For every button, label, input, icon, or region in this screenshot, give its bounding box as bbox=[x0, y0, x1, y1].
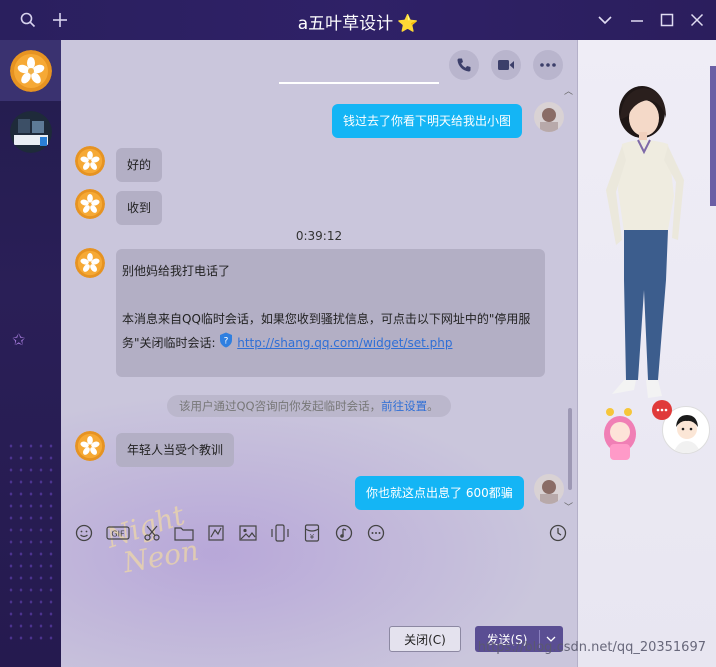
message-line: 别他妈给我打电话了 bbox=[122, 264, 231, 278]
avatar[interactable] bbox=[75, 248, 105, 278]
more-icon[interactable] bbox=[533, 50, 563, 80]
settings-link[interactable]: 前往设置 bbox=[381, 399, 427, 413]
maximize-button[interactable] bbox=[656, 10, 678, 30]
message-bubble-me[interactable]: 钱过去了你看下明天给我出小图 bbox=[332, 104, 523, 138]
qq-show-avatar bbox=[604, 86, 684, 460]
input-toolbar: GIF ¥ bbox=[73, 522, 563, 544]
qq-show-panel bbox=[577, 40, 716, 667]
doodle-icon[interactable] bbox=[205, 522, 227, 544]
folder-icon[interactable] bbox=[173, 522, 195, 544]
chat-header-actions bbox=[449, 50, 563, 80]
chat-bubble-icon[interactable] bbox=[652, 400, 672, 420]
star-icon: ⭐ bbox=[397, 14, 419, 34]
contact-rail: ✩ bbox=[0, 40, 61, 667]
add-icon[interactable] bbox=[50, 10, 70, 30]
chevron-down-icon[interactable] bbox=[594, 10, 616, 30]
chat-panel: Night Neon 钱过去了你看下明天给我出小图 好的 收到 0:39:12 … bbox=[61, 40, 577, 667]
avatar[interactable] bbox=[75, 189, 105, 219]
message-bubble-other[interactable]: 年轻人当受个教训 bbox=[116, 433, 235, 467]
avatar[interactable] bbox=[534, 474, 564, 504]
gif-icon[interactable]: GIF bbox=[105, 522, 131, 544]
panel-scrollbar[interactable] bbox=[710, 66, 716, 206]
music-icon[interactable] bbox=[333, 522, 355, 544]
system-note: 该用户通过QQ咨询向你发起临时会话，前往设置。 bbox=[167, 395, 451, 417]
message-line: 本消息来自QQ临时会话，如果您收到骚扰信息，可点击以下网址中的"停用服 bbox=[122, 312, 531, 326]
avatar bbox=[9, 49, 52, 92]
shield-icon: ? bbox=[219, 332, 233, 356]
search-icon[interactable] bbox=[18, 10, 38, 30]
close-button[interactable] bbox=[686, 10, 708, 30]
message-bubble-me[interactable]: 你也就这点出息了 600都骗 bbox=[355, 476, 524, 510]
shake-icon[interactable] bbox=[269, 522, 291, 544]
svg-text:¥: ¥ bbox=[310, 533, 315, 541]
more-tools-icon[interactable] bbox=[365, 522, 387, 544]
star-deco-icon: ✩ bbox=[12, 330, 26, 349]
red-packet-icon[interactable]: ¥ bbox=[301, 522, 323, 544]
message-line: 务"关闭临时会话: ? http://shang.qq.com/widget/s… bbox=[122, 331, 539, 356]
watermark: https://blog.csdn.net/qq_20351697 bbox=[477, 640, 706, 655]
avatar[interactable] bbox=[534, 102, 564, 132]
scroll-down-arrow[interactable]: ﹀ bbox=[564, 500, 573, 513]
svg-text:GIF: GIF bbox=[111, 530, 125, 539]
image-icon[interactable] bbox=[237, 522, 259, 544]
system-note-end: 。 bbox=[427, 399, 439, 413]
video-icon[interactable] bbox=[491, 50, 521, 80]
close-chat-button[interactable]: 关闭(C) bbox=[389, 626, 461, 652]
message-bubble-other[interactable]: 别他妈给我打电话了 本消息来自QQ临时会话，如果您收到骚扰信息，可点击以下网址中… bbox=[116, 249, 545, 377]
rail-contact-group[interactable] bbox=[0, 101, 61, 162]
avatar[interactable] bbox=[75, 146, 105, 176]
emoji-icon[interactable] bbox=[73, 522, 95, 544]
avatar bbox=[9, 110, 52, 153]
message-text: 务"关闭临时会话: bbox=[122, 336, 220, 350]
window-title-text: a五叶草设计 bbox=[297, 14, 394, 34]
scroll-up-arrow[interactable]: ︿ bbox=[564, 84, 573, 97]
widget-link[interactable]: http://shang.qq.com/widget/set.php bbox=[237, 336, 452, 350]
timestamp: 0:39:12 bbox=[295, 229, 343, 243]
message-bubble-other[interactable]: 好的 bbox=[116, 148, 163, 182]
message-bubble-other[interactable]: 收到 bbox=[116, 191, 163, 225]
scrollbar-thumb[interactable] bbox=[568, 408, 572, 490]
system-note-text: 该用户通过QQ咨询向你发起临时会话， bbox=[179, 399, 382, 413]
svg-text:?: ? bbox=[224, 336, 229, 346]
message-line bbox=[122, 283, 539, 307]
title-bar: a五叶草设计 ⭐ bbox=[0, 0, 716, 40]
history-icon[interactable] bbox=[547, 522, 569, 544]
rail-decoration bbox=[6, 440, 56, 640]
avatar[interactable] bbox=[75, 431, 105, 461]
divider bbox=[279, 82, 439, 84]
scissors-icon[interactable] bbox=[141, 522, 163, 544]
rail-contact-wuyecao[interactable] bbox=[0, 40, 61, 101]
phone-icon[interactable] bbox=[449, 50, 479, 80]
minimize-button[interactable] bbox=[626, 10, 648, 30]
